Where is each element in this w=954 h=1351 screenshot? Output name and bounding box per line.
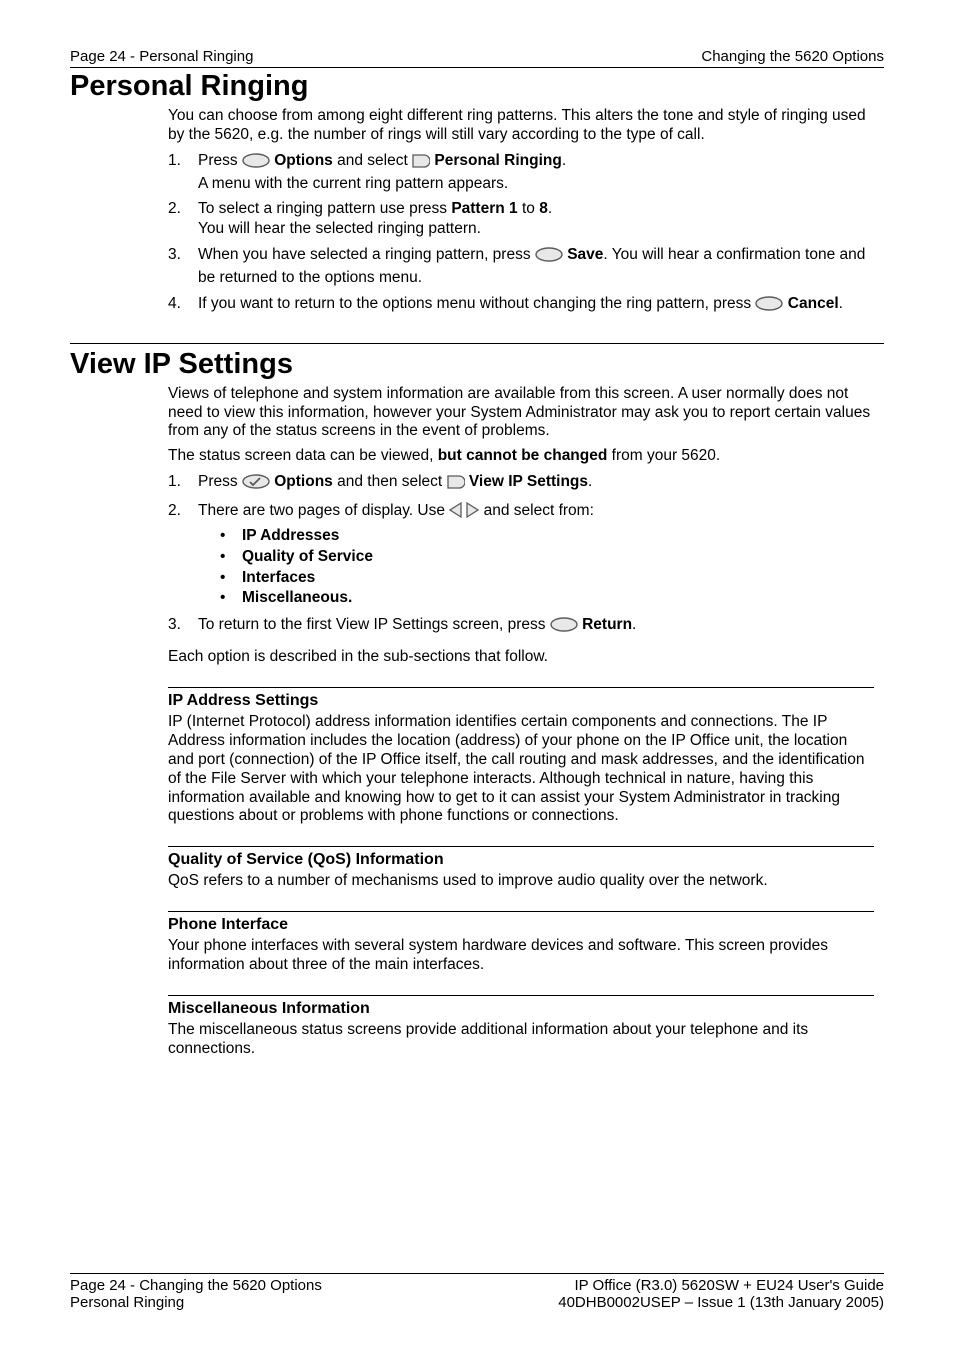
eight-label: 8 [539,200,548,217]
cancel-label: Cancel [783,295,838,312]
ip-address-para: IP (Internet Protocol) address informati… [168,713,874,826]
step-number: 3. [168,615,198,638]
vip-step-1: Press Options and then select View IP Se… [198,472,874,495]
bullet-misc: Miscellaneous. [242,588,352,608]
vip-steps: 1. Press Options and then select View IP… [168,472,874,638]
text: from your 5620. [607,447,720,464]
text: To return to the first View IP Settings … [198,616,550,633]
step-number: 1. [168,472,198,495]
text: To select a ringing pattern use press [198,200,451,217]
text: Press [198,473,242,490]
text: You will hear the selected ringing patte… [198,220,481,237]
bullet-interfaces: Interfaces [242,568,315,588]
footer-left-1: Page 24 - Changing the 5620 Options [70,1277,322,1294]
pr-steps: 1. Press Options and select Personal Rin… [168,151,874,317]
bold-text: but cannot be changed [438,447,608,464]
running-footer: Page 24 - Changing the 5620 Options Pers… [70,1273,884,1311]
bullet-dot: • [220,547,242,567]
personal-ringing-label: Personal Ringing [430,152,562,169]
view-ip-settings-label: View IP Settings [465,473,588,490]
misc-info-para: The miscellaneous status screens provide… [168,1021,874,1059]
text: There are two pages of display. Use [198,502,449,519]
footer-left: Page 24 - Changing the 5620 Options Pers… [70,1277,322,1311]
pattern-1-label: Pattern 1 [451,200,517,217]
save-label: Save [563,246,604,263]
bullet-dot: • [220,588,242,608]
footer-right-2: 40DHB0002USEP – Issue 1 (13th January 20… [558,1294,884,1311]
pr-step-2: To select a ringing pattern use press Pa… [198,199,874,239]
oval-button-icon [550,617,578,638]
footer-right: IP Office (R3.0) 5620SW + EU24 User's Gu… [558,1277,884,1311]
step-number: 2. [168,501,198,609]
heading-view-ip-settings: View IP Settings [70,343,884,381]
text: A menu with the current ring pattern app… [198,175,508,192]
step-number: 4. [168,294,198,317]
pr-step-1: Press Options and select Personal Ringin… [198,151,874,194]
text: The status screen data can be viewed, [168,447,438,464]
return-label: Return [578,616,632,633]
oval-check-icon [242,474,270,495]
bullet-ip-addresses: IP Addresses [242,526,339,546]
footer-left-2: Personal Ringing [70,1294,322,1311]
header-right: Changing the 5620 Options [701,48,884,65]
text: . [588,473,592,490]
oval-button-icon [242,153,270,174]
text: and select from: [479,502,594,519]
vip-each: Each option is described in the sub-sect… [168,648,874,667]
text: If you want to return to the options men… [198,295,755,312]
vip-status: The status screen data can be viewed, bu… [168,447,874,466]
options-label: Options [270,152,333,169]
d-button-icon [412,154,430,174]
left-right-arrows-icon [449,502,479,524]
heading-personal-ringing: Personal Ringing [70,70,884,103]
d-button-icon [447,475,465,495]
text: and select [333,152,412,169]
sub-misc-info: Miscellaneous Information [168,995,874,1018]
oval-button-icon [755,296,783,317]
text: . [562,152,566,169]
options-label: Options [270,473,333,490]
text: When you have selected a ringing pattern… [198,246,535,263]
oval-button-icon [535,247,563,268]
sub-qos: Quality of Service (QoS) Information [168,846,874,869]
sub-phone-interface: Phone Interface [168,911,874,934]
vip-intro: Views of telephone and system informatio… [168,385,874,442]
pr-step-3: When you have selected a ringing pattern… [198,245,874,288]
footer-right-1: IP Office (R3.0) 5620SW + EU24 User's Gu… [558,1277,884,1294]
text: and then select [333,473,447,490]
header-left: Page 24 - Personal Ringing [70,48,253,65]
step-number: 3. [168,245,198,288]
text: . [632,616,636,633]
pr-step-4: If you want to return to the options men… [198,294,874,317]
bullet-qos: Quality of Service [242,547,373,567]
running-header: Page 24 - Personal Ringing Changing the … [70,48,884,68]
bullet-dot: • [220,568,242,588]
vip-bullets: •IP Addresses •Quality of Service •Inter… [220,526,874,608]
text: to [518,200,540,217]
phone-interface-para: Your phone interfaces with several syste… [168,937,874,975]
text: . [839,295,843,312]
step-number: 2. [168,199,198,239]
bullet-dot: • [220,526,242,546]
qos-para: QoS refers to a number of mechanisms use… [168,872,874,891]
vip-step-2: There are two pages of display. Use and … [198,501,874,609]
vip-step-3: To return to the first View IP Settings … [198,615,874,638]
text: Press [198,152,242,169]
sub-ip-address-settings: IP Address Settings [168,687,874,710]
pr-intro: You can choose from among eight differen… [168,107,874,145]
step-number: 1. [168,151,198,194]
text: . [548,200,552,217]
